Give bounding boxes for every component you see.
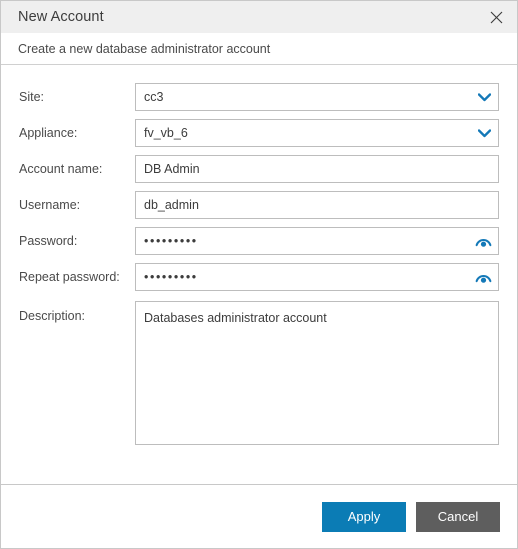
appliance-select-value: fv_vb_6 <box>144 126 188 140</box>
eye-icon[interactable] <box>474 268 492 286</box>
description-value: Databases administrator account <box>144 311 327 325</box>
label-description: Description: <box>19 309 85 323</box>
dialog-footer: Apply Cancel <box>1 484 517 548</box>
field-row-site: Site: cc3 <box>19 83 499 111</box>
password-input[interactable]: ••••••••• <box>135 227 499 255</box>
appliance-select[interactable]: fv_vb_6 <box>135 119 499 147</box>
label-password: Password: <box>19 234 78 248</box>
apply-button[interactable]: Apply <box>322 501 406 532</box>
dialog-titlebar: New Account <box>1 1 517 33</box>
field-row-repeat-password: Repeat password: ••••••••• <box>19 263 499 291</box>
label-account-name: Account name: <box>19 162 103 176</box>
repeat-password-value: ••••••••• <box>144 269 198 284</box>
field-row-username: Username: db_admin <box>19 191 499 219</box>
dialog-subtitle: Create a new database administrator acco… <box>18 41 271 56</box>
description-textarea[interactable]: Databases administrator account <box>135 301 499 445</box>
new-account-dialog: New Account Create a new database admini… <box>0 0 518 549</box>
site-select-value: cc3 <box>144 90 164 104</box>
close-icon[interactable] <box>481 1 511 33</box>
field-row-password: Password: ••••••••• <box>19 227 499 255</box>
label-site: Site: <box>19 90 45 104</box>
site-select[interactable]: cc3 <box>135 83 499 111</box>
label-username: Username: <box>19 198 81 212</box>
field-row-appliance: Appliance: fv_vb_6 <box>19 119 499 147</box>
field-row-description: Description: Databases administrator acc… <box>19 301 499 445</box>
field-row-account-name: Account name: DB Admin <box>19 155 499 183</box>
form-body: Site: cc3 Appliance: fv_vb_6 Account nam… <box>1 65 517 484</box>
account-name-value: DB Admin <box>144 162 200 176</box>
chevron-down-icon[interactable] <box>477 126 491 140</box>
chevron-down-icon[interactable] <box>477 90 491 104</box>
eye-icon[interactable] <box>474 232 492 250</box>
username-value: db_admin <box>144 198 199 212</box>
account-name-input[interactable]: DB Admin <box>135 155 499 183</box>
password-value: ••••••••• <box>144 233 198 248</box>
dialog-subtitle-bar: Create a new database administrator acco… <box>1 33 517 65</box>
dialog-title: New Account <box>18 9 104 25</box>
repeat-password-input[interactable]: ••••••••• <box>135 263 499 291</box>
label-repeat-password: Repeat password: <box>19 270 120 284</box>
username-input[interactable]: db_admin <box>135 191 499 219</box>
cancel-button[interactable]: Cancel <box>416 501 500 532</box>
label-appliance: Appliance: <box>19 126 78 140</box>
